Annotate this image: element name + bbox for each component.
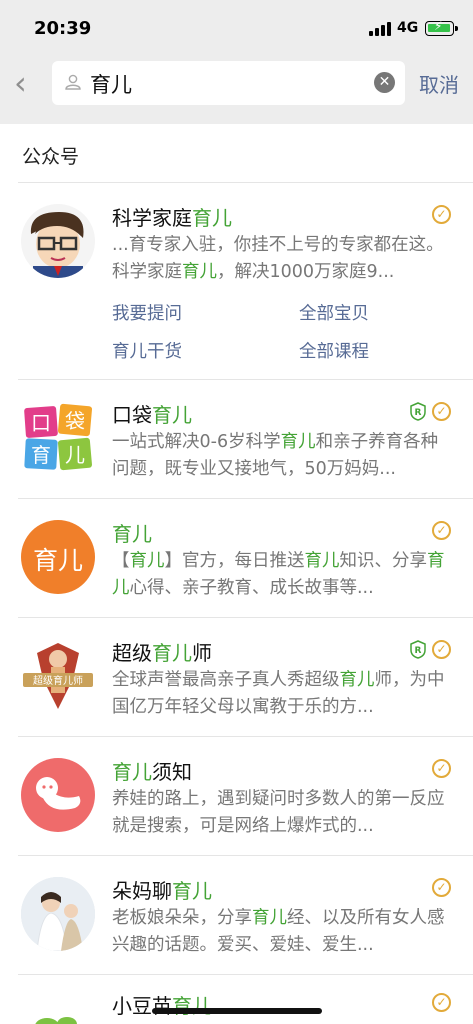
link-ask-question[interactable]: 我要提问 xyxy=(112,300,182,325)
user-icon xyxy=(65,74,81,90)
result-description: 一站式解决0-6岁科学育儿和亲子养育各种问题，既专业又接地气，50万妈妈... xyxy=(112,432,439,479)
verified-icon: ✓ xyxy=(432,640,451,659)
result-name: 超级育儿师 xyxy=(112,641,212,665)
avatar xyxy=(21,877,95,951)
result-description: 养娃的路上，遇到疑问时多数人的第一反应就是搜索，可是网络上爆炸式的... xyxy=(112,789,445,836)
result-name: 朵妈聊育儿 xyxy=(112,879,212,903)
verified-icon: ✓ xyxy=(432,993,451,1012)
result-name: 口袋育儿 xyxy=(112,403,192,427)
avatar-char: 口 xyxy=(31,411,51,435)
link-parenting-tips[interactable]: 育儿干货 xyxy=(112,338,182,363)
verified-icon: ✓ xyxy=(432,878,451,897)
result-name: 育儿须知 xyxy=(112,760,192,784)
svg-text:R: R xyxy=(415,408,422,418)
svg-text:R: R xyxy=(415,646,422,656)
back-chevron-icon[interactable]: ‹ xyxy=(14,67,40,100)
divider xyxy=(18,855,473,856)
result-description: ...育专家入驻，你挂不上号的专家都在这。科学家庭育儿，解决1000万家庭9..… xyxy=(112,235,444,282)
avatar-char: 儿 xyxy=(65,443,85,467)
result-name: 小豆苗育儿 xyxy=(112,994,212,1018)
avatar-text: 育儿 xyxy=(32,546,83,575)
status-time: 20:39 xyxy=(34,18,92,39)
trademark-shield-icon: R xyxy=(410,402,426,421)
divider xyxy=(18,736,473,737)
link-all-courses[interactable]: 全部课程 xyxy=(299,338,369,363)
result-description: 全球声誉最高亲子真人秀超级育儿师，为中国亿万年轻父母以寓教于乐的方... xyxy=(112,670,445,717)
divider xyxy=(18,182,473,183)
verified-icon: ✓ xyxy=(432,521,451,540)
section-title: 公众号 xyxy=(22,146,80,168)
result-name: 科学家庭育儿 xyxy=(112,206,232,230)
result-description: 【育儿】官方，每日推送育儿知识、分享育儿心得、亲子教育、成长故事等... xyxy=(112,551,445,598)
network-label: 4G xyxy=(397,20,419,36)
clear-icon[interactable]: ✕ xyxy=(374,72,395,93)
search-field[interactable]: 育儿 ✕ xyxy=(52,61,405,105)
divider xyxy=(18,498,473,499)
home-indicator xyxy=(152,1008,322,1014)
trademark-shield-icon: R xyxy=(410,640,426,659)
result-description: 老板娘朵朵，分享育儿经、以及所有女人感兴趣的话题。爱买、爱娃、爱生... xyxy=(112,908,445,955)
divider xyxy=(18,379,473,380)
status-bar: 20:39 4G ⚡ xyxy=(0,0,473,58)
result-item[interactable]: 小豆苗育儿 ✓ xyxy=(0,974,473,1024)
verified-icon: ✓ xyxy=(432,402,451,421)
signal-icon xyxy=(369,22,391,36)
avatar: 超级育儿师 xyxy=(21,639,95,713)
search-query[interactable]: 育儿 xyxy=(90,69,132,99)
avatar: 口 袋 育 儿 xyxy=(21,401,95,475)
avatar xyxy=(21,758,95,832)
top-bar: 20:39 4G ⚡ ‹ 育儿 ✕ 取消 xyxy=(0,0,473,124)
avatar-char: 育 xyxy=(31,443,51,467)
avatar-char: 袋 xyxy=(65,409,85,433)
avatar: 育儿 xyxy=(21,520,95,594)
divider xyxy=(18,617,473,618)
verified-icon: ✓ xyxy=(432,759,451,778)
result-name: 育儿 xyxy=(112,522,152,546)
link-all-products[interactable]: 全部宝贝 xyxy=(299,300,369,325)
avatar-banner-text: 超级育儿师 xyxy=(33,674,83,687)
avatar xyxy=(21,996,95,1024)
cancel-button[interactable]: 取消 xyxy=(419,69,459,98)
verified-icon: ✓ xyxy=(432,205,451,224)
battery-icon: ⚡ xyxy=(425,19,458,36)
avatar xyxy=(21,204,95,278)
